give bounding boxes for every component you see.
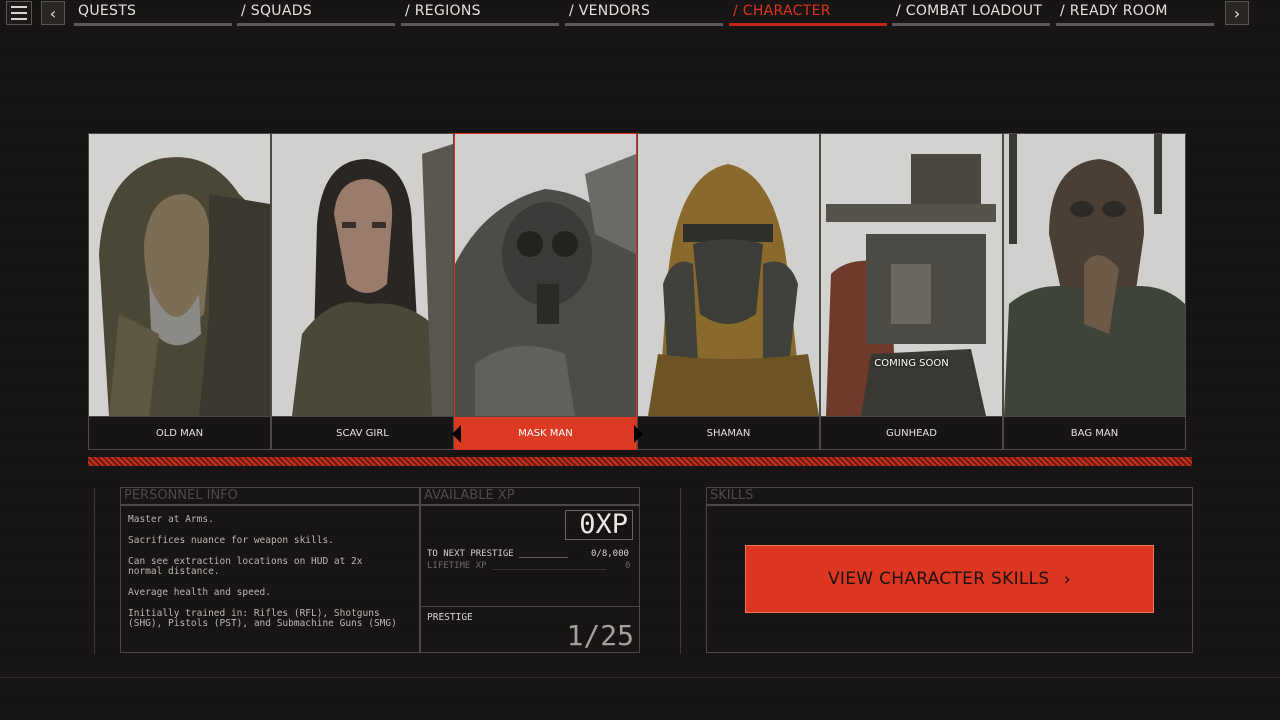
- character-card-bag-man[interactable]: BAG MAN: [1003, 133, 1186, 450]
- character-name: BAG MAN: [1004, 416, 1185, 449]
- character-name: MASK MAN: [455, 416, 636, 449]
- selection-arrow-right-icon: [634, 425, 643, 443]
- portrait-old-man: [89, 134, 270, 416]
- to-next-prestige-value: 0/8,000: [591, 549, 629, 559]
- view-character-skills-button[interactable]: VIEW CHARACTER SKILLS ›: [745, 545, 1154, 613]
- lifetime-xp-value: 0: [625, 561, 631, 571]
- personnel-info-line: Average health and speed.: [128, 587, 271, 598]
- tab-combat-loadout[interactable]: / COMBAT LOADOUT: [892, 0, 1050, 26]
- portrait-bag-man: [1004, 134, 1185, 416]
- view-character-skills-label: VIEW CHARACTER SKILLS: [827, 569, 1050, 589]
- coming-soon-label: COMING SOON: [874, 358, 949, 369]
- portrait-scav-girl: [272, 134, 453, 416]
- selection-arrow-left-icon: [452, 425, 461, 443]
- chevron-left-icon[interactable]: ‹: [41, 1, 65, 25]
- top-nav: ‹ QUESTS / SQUADS / REGIONS / VENDORS / …: [0, 0, 1280, 28]
- to-next-prestige-label: TO NEXT PRESTIGE _________: [427, 549, 568, 559]
- lifetime-xp-label: LIFETIME XP _____________________: [427, 561, 606, 571]
- personnel-info-line: Initially trained in: Rifles (RFL), Shot…: [128, 608, 397, 629]
- divider: [680, 488, 681, 654]
- personnel-info-line: Master at Arms.: [128, 514, 214, 525]
- personnel-info-line: Can see extraction locations on HUD at 2…: [128, 556, 363, 577]
- portrait-mask-man: [455, 134, 636, 416]
- chevron-right-icon: ›: [1063, 568, 1072, 590]
- character-card-shaman[interactable]: SHAMAN: [637, 133, 820, 450]
- personnel-info-line: Sacrifices nuance for weapon skills.: [128, 535, 334, 546]
- tab-character[interactable]: / CHARACTER: [729, 0, 887, 26]
- skills-header: SKILLS: [706, 487, 1193, 505]
- character-name: SCAV GIRL: [272, 416, 453, 449]
- portrait-gunhead: [821, 134, 1002, 416]
- tab-vendors[interactable]: / VENDORS: [565, 0, 723, 26]
- personnel-info-header: PERSONNEL INFO: [120, 487, 420, 505]
- character-card-old-man[interactable]: OLD MAN: [88, 133, 271, 450]
- tab-regions[interactable]: / REGIONS: [401, 0, 559, 26]
- prestige-label: PRESTIGE: [427, 612, 473, 623]
- character-card-mask-man[interactable]: MASK MAN: [454, 133, 637, 450]
- character-name: SHAMAN: [638, 416, 819, 449]
- character-card-scav-girl[interactable]: SCAV GIRL: [271, 133, 454, 450]
- prestige-value: 1/25: [566, 619, 634, 652]
- tab-squads[interactable]: / SQUADS: [237, 0, 395, 26]
- divider-stripe: [88, 457, 1192, 466]
- chevron-right-icon[interactable]: ›: [1225, 1, 1249, 25]
- divider: [94, 488, 95, 654]
- footer-divider: [0, 677, 1280, 678]
- hamburger-menu-icon[interactable]: [6, 1, 32, 25]
- character-select: OLD MAN SCAV GIRL MASK MAN SHAMAN COMING…: [88, 133, 1189, 450]
- character-name: OLD MAN: [89, 416, 270, 449]
- personnel-info-panel: Master at Arms. Sacrifices nuance for we…: [120, 505, 420, 653]
- tab-ready-room[interactable]: / READY ROOM: [1056, 0, 1214, 26]
- xp-value: 0XP: [565, 510, 633, 540]
- tab-quests[interactable]: QUESTS: [74, 0, 232, 26]
- character-card-gunhead[interactable]: COMING SOON GUNHEAD: [820, 133, 1003, 450]
- character-name: GUNHEAD: [821, 416, 1002, 449]
- portrait-shaman: [638, 134, 819, 416]
- available-xp-header: AVAILABLE XP: [420, 487, 640, 505]
